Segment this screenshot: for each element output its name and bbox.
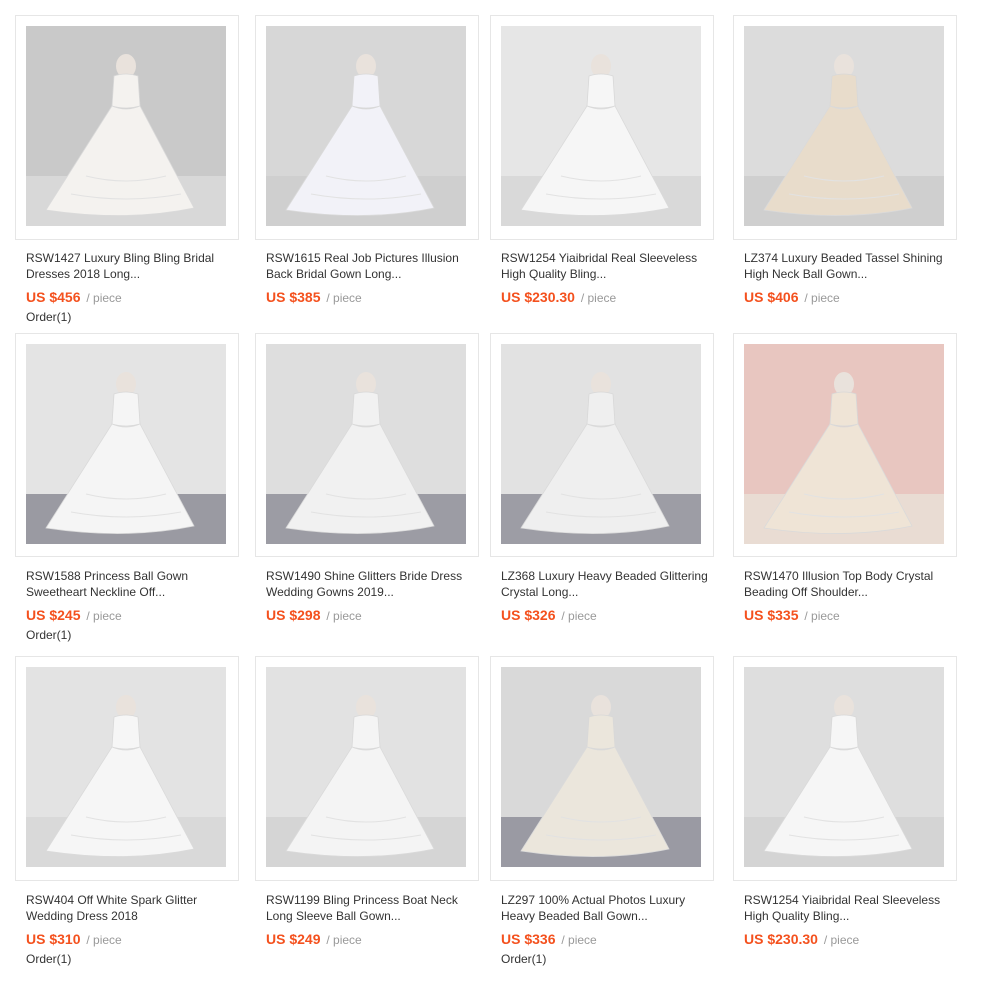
product-title-line1[interactable]: LZ374 Luxury Beaded Tassel Shining	[744, 250, 969, 266]
product-image-svg	[26, 344, 226, 544]
price-unit: / piece	[823, 933, 860, 947]
product-title-line2[interactable]: Wedding Dress 2018	[26, 908, 251, 924]
product-price: US $456	[26, 289, 81, 305]
product-title-line1[interactable]: RSW1254 Yiaibridal Real Sleeveless	[501, 250, 726, 266]
product-title-line1[interactable]: RSW1490 Shine Glitters Bride Dress	[266, 568, 491, 584]
product-price: US $385	[266, 289, 321, 305]
product-title-line2[interactable]: Back Bridal Gown Long...	[266, 266, 491, 282]
price-line: US $326 / piece	[501, 607, 597, 623]
price-unit: / piece	[561, 609, 597, 623]
product-image-svg	[266, 667, 466, 867]
product-image-svg	[744, 344, 944, 544]
order-count: Order(1)	[501, 952, 547, 966]
product-title-line2[interactable]: Crystal Long...	[501, 584, 726, 600]
product-image[interactable]	[26, 667, 226, 867]
price-unit: / piece	[326, 933, 362, 947]
price-line: US $249 / piece	[266, 931, 362, 947]
product-title-line2[interactable]: Dresses 2018 Long...	[26, 266, 251, 282]
product-image[interactable]	[266, 26, 466, 226]
price-unit: / piece	[326, 609, 362, 623]
product-image-svg	[744, 667, 944, 867]
product-title-line2[interactable]: High Neck Ball Gown...	[744, 266, 969, 282]
product-title-line2[interactable]: High Quality Bling...	[501, 266, 726, 282]
product-title-line1[interactable]: RSW1588 Princess Ball Gown	[26, 568, 251, 584]
price-unit: / piece	[326, 291, 362, 305]
price-unit: / piece	[86, 609, 122, 623]
product-image[interactable]	[501, 26, 701, 226]
product-title-line2[interactable]: Heavy Beaded Ball Gown...	[501, 908, 726, 924]
order-count: Order(1)	[26, 310, 72, 324]
product-image-svg	[501, 667, 701, 867]
product-image-svg	[501, 344, 701, 544]
product-title-line1[interactable]: RSW1615 Real Job Pictures Illusion	[266, 250, 491, 266]
order-count: Order(1)	[26, 628, 72, 642]
price-line: US $406 / piece	[744, 289, 840, 305]
product-image-svg	[501, 26, 701, 226]
product-image-svg	[744, 26, 944, 226]
price-line: US $385 / piece	[266, 289, 362, 305]
price-line: US $456 / piece	[26, 289, 122, 305]
product-price: US $336	[501, 931, 556, 947]
product-image[interactable]	[501, 667, 701, 867]
product-price: US $245	[26, 607, 81, 623]
product-title-line1[interactable]: LZ368 Luxury Heavy Beaded Glittering	[501, 568, 726, 584]
product-image[interactable]	[26, 26, 226, 226]
price-unit: / piece	[86, 291, 122, 305]
product-title-line1[interactable]: RSW1427 Luxury Bling Bling Bridal	[26, 250, 251, 266]
product-image[interactable]	[501, 344, 701, 544]
product-title-line1[interactable]: RSW1470 Illusion Top Body Crystal	[744, 568, 969, 584]
price-line: US $298 / piece	[266, 607, 362, 623]
product-title-line1[interactable]: RSW1199 Bling Princess Boat Neck	[266, 892, 491, 908]
price-unit: / piece	[86, 933, 122, 947]
product-price: US $310	[26, 931, 81, 947]
product-price: US $326	[501, 607, 556, 623]
product-title-line2[interactable]: Wedding Gowns 2019...	[266, 584, 491, 600]
price-unit: / piece	[580, 291, 617, 305]
product-title-line2[interactable]: Sweetheart Neckline Off...	[26, 584, 251, 600]
price-line: US $335 / piece	[744, 607, 840, 623]
price-line: US $230.30 / piece	[744, 931, 859, 947]
product-price: US $230.30	[501, 289, 575, 305]
product-title-line2[interactable]: Long Sleeve Ball Gown...	[266, 908, 491, 924]
product-image[interactable]	[744, 344, 944, 544]
product-title-line1[interactable]: RSW1254 Yiaibridal Real Sleeveless	[744, 892, 969, 908]
price-line: US $245 / piece	[26, 607, 122, 623]
order-count: Order(1)	[26, 952, 72, 966]
price-unit: / piece	[804, 609, 840, 623]
product-title-line2[interactable]: Beading Off Shoulder...	[744, 584, 969, 600]
product-price: US $249	[266, 931, 321, 947]
product-image-svg	[26, 26, 226, 226]
product-image[interactable]	[266, 667, 466, 867]
product-image-svg	[266, 344, 466, 544]
product-image[interactable]	[744, 26, 944, 226]
product-price: US $298	[266, 607, 321, 623]
product-price: US $406	[744, 289, 799, 305]
price-unit: / piece	[804, 291, 840, 305]
product-image-svg	[26, 667, 226, 867]
product-price: US $335	[744, 607, 799, 623]
product-title-line2[interactable]: High Quality Bling...	[744, 908, 969, 924]
product-image[interactable]	[744, 667, 944, 867]
price-line: US $230.30 / piece	[501, 289, 616, 305]
product-image-svg	[266, 26, 466, 226]
product-price: US $230.30	[744, 931, 818, 947]
product-image[interactable]	[26, 344, 226, 544]
product-title-line1[interactable]: LZ297 100% Actual Photos Luxury	[501, 892, 726, 908]
price-line: US $336 / piece	[501, 931, 597, 947]
price-line: US $310 / piece	[26, 931, 122, 947]
product-image[interactable]	[266, 344, 466, 544]
price-unit: / piece	[561, 933, 597, 947]
product-title-line1[interactable]: RSW404 Off White Spark Glitter	[26, 892, 251, 908]
